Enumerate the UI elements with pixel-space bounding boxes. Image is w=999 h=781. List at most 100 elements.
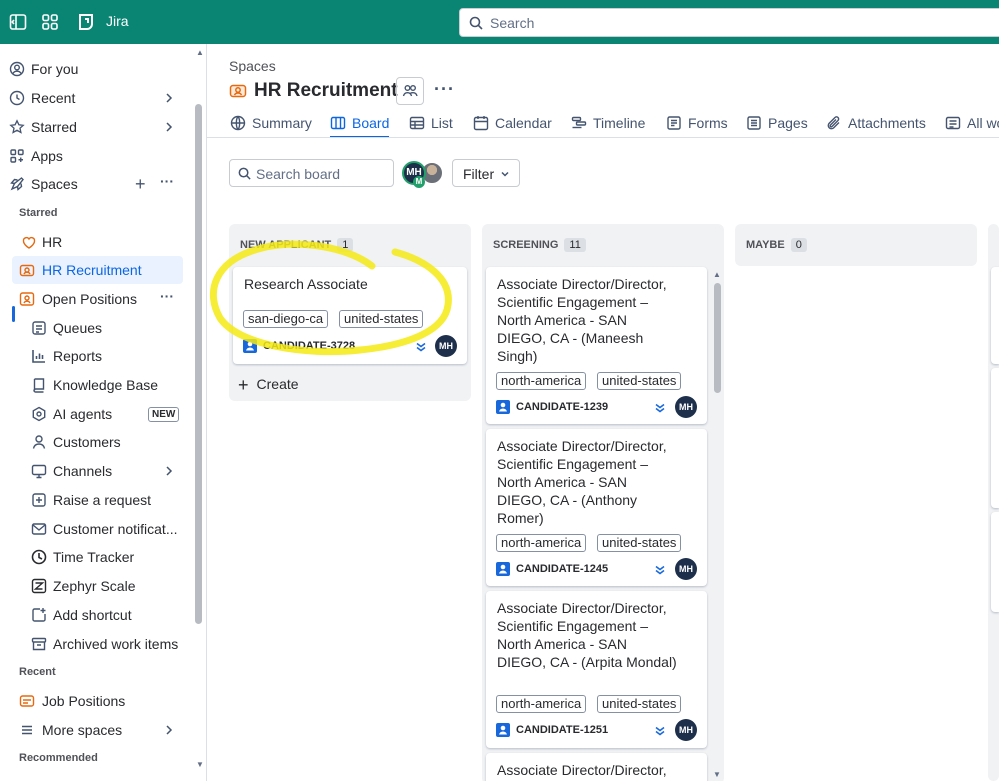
board-card[interactable]: Associate Director/Director, Scientific … (486, 429, 707, 586)
card-key[interactable]: CANDIDATE-3728 (263, 340, 355, 352)
sidebar-item-label: Apps (31, 148, 63, 164)
priority-low-icon (653, 724, 667, 738)
sidebar: For you Recent Starred Apps Spaces + ···… (0, 44, 207, 781)
tab-summary[interactable]: Summary (230, 108, 312, 138)
sidebar-item-customers[interactable]: Customers (0, 428, 190, 456)
sidebar-item-recent[interactable]: Recent (0, 84, 190, 112)
card-key[interactable]: CANDIDATE-1239 (516, 401, 608, 413)
sidebar-item-label: Starred (31, 119, 77, 135)
chevron-right-icon[interactable] (162, 464, 176, 478)
team-members-button[interactable] (396, 77, 424, 105)
sidebar-item-open-positions[interactable]: Open Positions ··· (0, 285, 190, 313)
sidebar-item-queues[interactable]: Queues (0, 314, 190, 342)
more-options-icon[interactable]: ··· (160, 288, 174, 304)
card-label[interactable]: united-states (339, 310, 424, 328)
board-card[interactable] (991, 368, 999, 508)
board-card[interactable] (991, 512, 999, 612)
global-search-input[interactable]: Search (459, 8, 999, 37)
tab-list[interactable]: List (409, 108, 454, 138)
sidebar-item-more-spaces[interactable]: More spaces (0, 716, 190, 744)
chevron-right-icon[interactable] (162, 91, 176, 105)
sidebar-toggle-icon[interactable] (8, 12, 28, 32)
more-options-icon[interactable]: ··· (160, 173, 174, 189)
app-switcher-icon[interactable] (40, 12, 60, 32)
app-name[interactable]: Jira (106, 13, 129, 29)
sidebar-item-spaces[interactable]: Spaces + ··· (0, 170, 190, 198)
sidebar-item-hr[interactable]: HR (0, 228, 190, 256)
tab-calendar[interactable]: Calendar (473, 108, 552, 138)
card-key[interactable]: CANDIDATE-1251 (516, 724, 608, 736)
card-label[interactable]: united-states (597, 695, 682, 713)
sidebar-item-zephyr-scale[interactable]: Zephyr Scale (0, 572, 190, 600)
column-header[interactable]: NEW APPLICANT 1 (240, 238, 354, 252)
people-icon (402, 85, 418, 97)
tab-pages[interactable]: Pages (746, 108, 808, 138)
scroll-up-arrow-icon[interactable]: ▲ (713, 270, 721, 279)
story-icon (496, 723, 510, 737)
card-label[interactable]: united-states (597, 534, 682, 552)
add-space-icon[interactable]: + (135, 174, 146, 195)
column-header[interactable]: MAYBE 0 (746, 238, 807, 252)
sidebar-item-reports[interactable]: Reports (0, 342, 190, 370)
tab-board[interactable]: Board (330, 108, 389, 138)
board-card[interactable]: Research Associate san-diego-ca united-s… (233, 267, 467, 364)
recruitment-space-icon (19, 262, 35, 278)
assignee-avatar[interactable]: MH (675, 719, 697, 741)
card-label[interactable]: north-america (496, 695, 587, 713)
sidebar-item-for-you[interactable]: For you (0, 55, 190, 83)
sidebar-item-label: AI agents (53, 406, 113, 422)
chevron-right-icon[interactable] (162, 120, 176, 134)
column-header[interactable]: SCREENING 11 (493, 238, 586, 252)
assignee-avatar[interactable]: MH (675, 396, 697, 418)
top-navigation-bar: Jira Search (0, 0, 999, 44)
all-work-icon (945, 115, 961, 131)
sidebar-item-ai-agents[interactable]: AI agents NEW (0, 400, 190, 428)
sidebar-item-channels[interactable]: Channels (0, 457, 190, 485)
sidebar-item-starred[interactable]: Starred (0, 113, 190, 141)
sidebar-item-hr-recruitment[interactable]: HR Recruitment (12, 256, 183, 284)
add-shortcut-icon (31, 607, 47, 623)
tab-all-work[interactable]: All wo (945, 108, 999, 138)
board-card[interactable] (991, 267, 999, 364)
sidebar-item-add-shortcut[interactable]: Add shortcut (0, 601, 190, 629)
card-label[interactable]: north-america (496, 372, 587, 390)
jira-logo-icon[interactable] (76, 12, 96, 32)
card-label[interactable]: united-states (597, 372, 682, 390)
card-label[interactable]: north-america (496, 534, 587, 552)
tab-attachments[interactable]: Attachments (826, 108, 926, 138)
scroll-down-arrow-icon[interactable]: ▼ (713, 770, 721, 779)
sidebar-item-time-tracker[interactable]: Time Tracker (0, 543, 190, 571)
assignee-avatar[interactable]: MH (435, 335, 457, 357)
sidebar-item-job-positions[interactable]: Job Positions (0, 687, 190, 715)
new-badge: NEW (148, 407, 180, 422)
card-title: Associate Director/Director, Scientific … (497, 438, 667, 526)
breadcrumb[interactable]: Spaces (229, 58, 276, 74)
sidebar-item-archived[interactable]: Archived work items (0, 630, 190, 658)
page-title: HR Recruitment (254, 80, 398, 101)
scroll-down-arrow-icon[interactable]: ▼ (196, 760, 204, 769)
sidebar-item-customer-notifications[interactable]: Customer notificat... (0, 515, 190, 543)
search-board-placeholder: Search board (256, 166, 341, 182)
card-key[interactable]: CANDIDATE-1245 (516, 563, 608, 575)
board-card[interactable]: Associate Director/Director, (486, 753, 707, 781)
plus-icon: + (238, 375, 249, 395)
sidebar-item-apps[interactable]: Apps (0, 142, 190, 170)
board-card[interactable]: Associate Director/Director, Scientific … (486, 267, 707, 424)
create-button[interactable]: + Create (238, 375, 299, 396)
column-scrollbar[interactable] (714, 283, 721, 393)
sidebar-item-knowledge-base[interactable]: Knowledge Base (0, 371, 190, 399)
search-board-input[interactable]: Search board (229, 159, 394, 187)
book-icon (31, 377, 47, 393)
sidebar-scrollbar[interactable] (195, 104, 202, 624)
more-actions-button[interactable]: ··· (434, 79, 455, 100)
filter-button[interactable]: Filter (452, 159, 520, 187)
chevron-right-icon[interactable] (162, 723, 176, 737)
tab-timeline[interactable]: Timeline (571, 108, 647, 138)
assignee-avatar[interactable]: MH (675, 558, 697, 580)
sidebar-item-raise-request[interactable]: Raise a request (0, 486, 190, 514)
scroll-up-arrow-icon[interactable]: ▲ (196, 48, 204, 57)
card-label[interactable]: san-diego-ca (243, 310, 329, 328)
user-circle-icon (9, 61, 25, 77)
tab-forms[interactable]: Forms (666, 108, 728, 138)
board-card[interactable]: Associate Director/Director, Scientific … (486, 591, 707, 748)
